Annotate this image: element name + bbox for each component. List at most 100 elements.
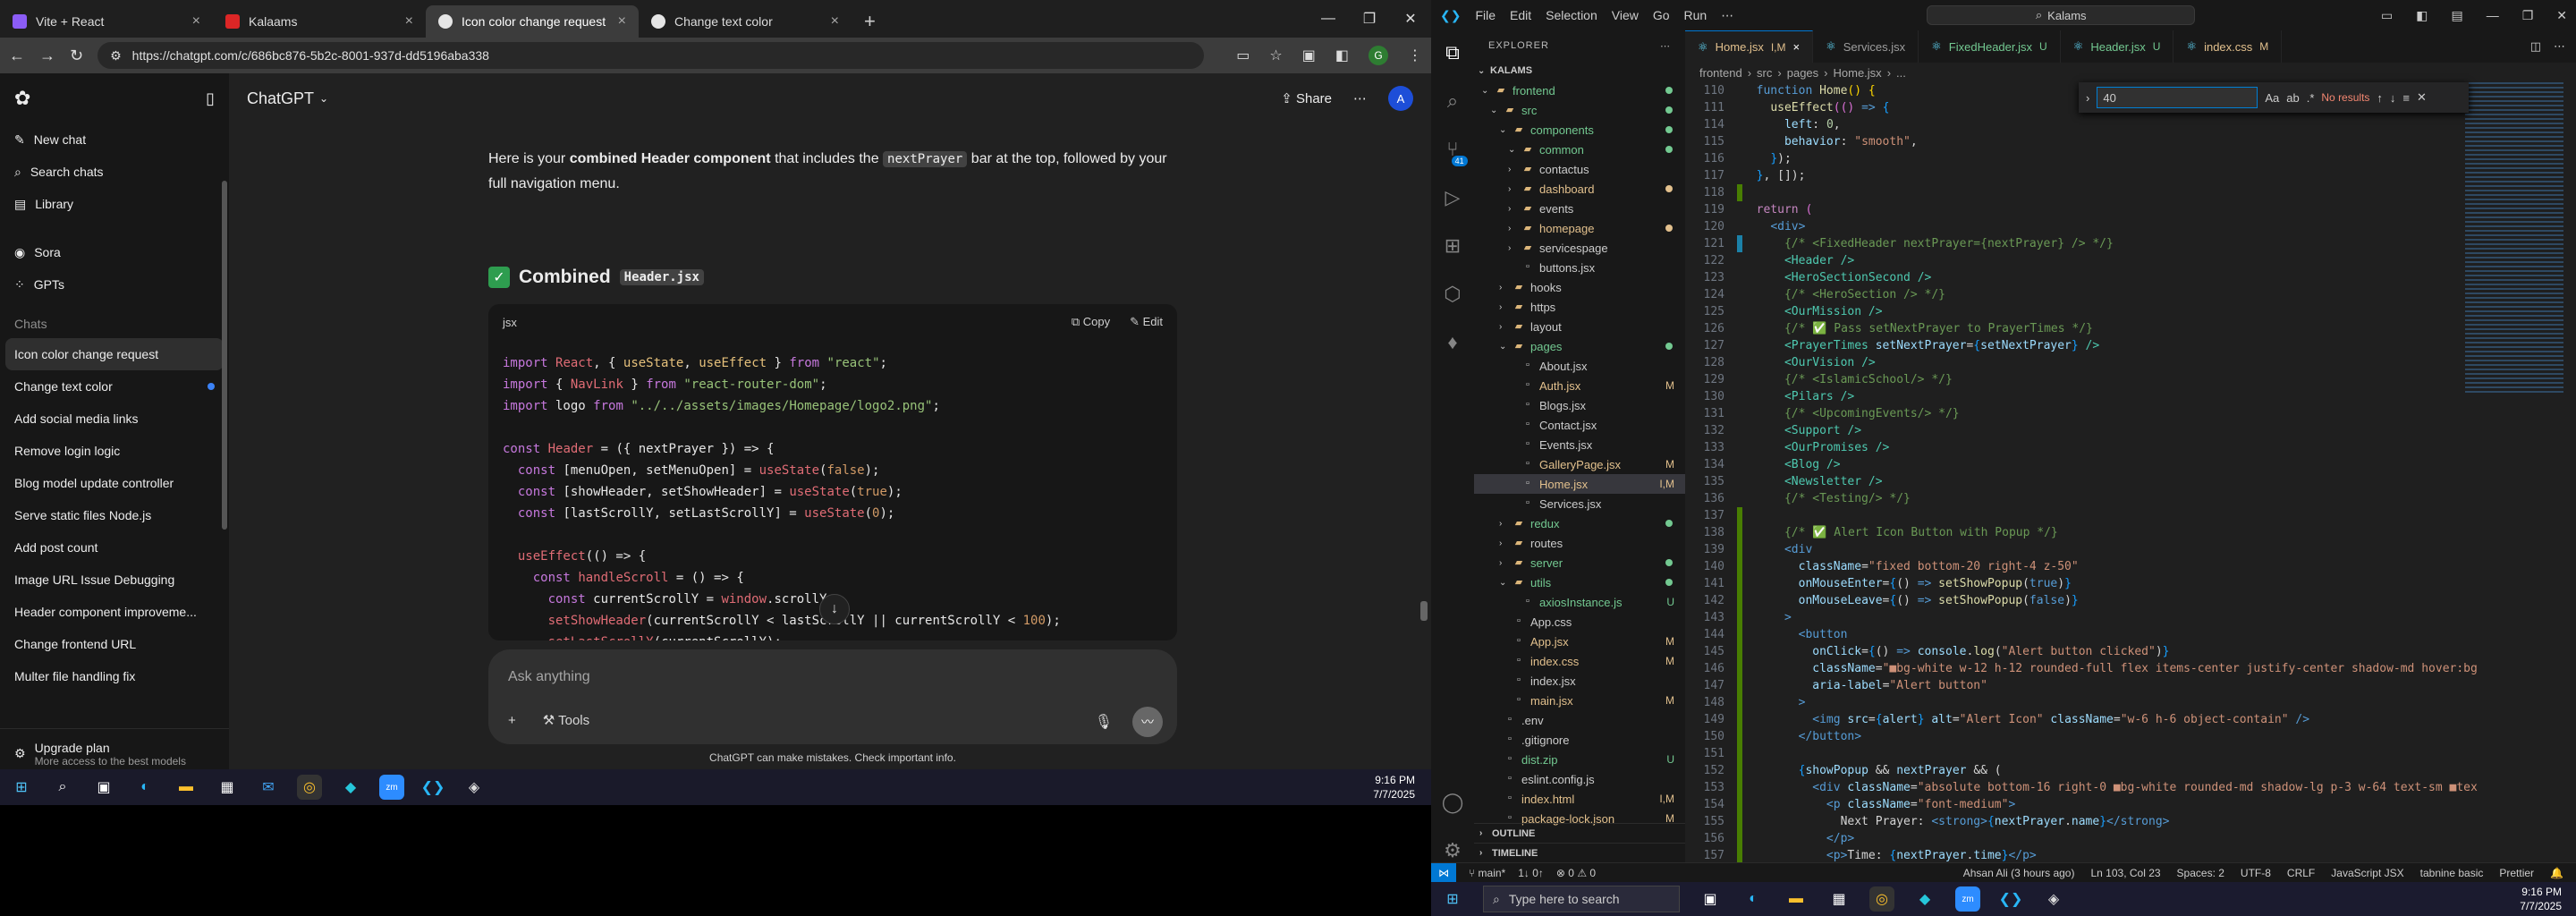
chat-item[interactable]: Blog model update controller <box>0 467 229 499</box>
settings-gear-icon[interactable]: ⚙ <box>1444 839 1462 862</box>
chat-item[interactable]: Multer file handling fix <box>0 660 229 692</box>
edge-icon[interactable]: ◐ <box>1741 886 1766 912</box>
search-icon[interactable]: ⌕ <box>50 775 75 800</box>
taskbar-search[interactable]: ⌕ Type here to search <box>1483 886 1680 912</box>
tree-folder[interactable]: ⌄ ▰ common <box>1474 140 1685 159</box>
tree-folder[interactable]: › ▰ redux <box>1474 513 1685 533</box>
install-app-icon[interactable]: ▭ <box>1236 47 1250 64</box>
menu-file[interactable]: File <box>1475 8 1496 22</box>
tree-file[interactable]: ▫ Contact.jsx <box>1474 415 1685 435</box>
tree-file[interactable]: ▫ Services.jsx <box>1474 494 1685 513</box>
scroll-down-button[interactable]: ↓ <box>819 594 850 624</box>
menu-selection[interactable]: Selection <box>1546 8 1597 22</box>
tree-file[interactable]: ▫ Events.jsx <box>1474 435 1685 454</box>
app-icon[interactable]: ◈ <box>2041 886 2066 912</box>
menu-go[interactable]: Go <box>1653 8 1670 22</box>
layout-icon[interactable]: ▭ <box>2381 8 2393 23</box>
close-icon[interactable]: ✕ <box>2556 8 2567 23</box>
windows-start-icon[interactable]: ⊞ <box>1440 886 1465 912</box>
tree-file[interactable]: ▫ Home.jsx I,M <box>1474 474 1685 494</box>
account-icon[interactable]: ◯ <box>1442 791 1464 814</box>
browser-tab-kalaams[interactable]: Kalaams × <box>213 5 426 38</box>
chrome-icon[interactable]: ◎ <box>297 775 322 800</box>
maximize-icon[interactable]: ❐ <box>2522 8 2534 23</box>
problems-count[interactable]: ⊗ 0 ⚠ 0 <box>1556 867 1596 879</box>
tree-folder[interactable]: ⌄ ▰ pages <box>1474 336 1685 356</box>
whole-word-icon[interactable]: ab <box>2286 91 2299 105</box>
tree-folder[interactable]: › ▰ events <box>1474 199 1685 218</box>
copy-code-button[interactable]: ⧉ Copy <box>1072 315 1110 329</box>
cursor-position[interactable]: Ln 103, Col 23 <box>2090 867 2160 879</box>
previous-match-icon[interactable]: ↑ <box>2377 91 2383 105</box>
tree-folder[interactable]: › ▰ contactus <box>1474 159 1685 179</box>
store-icon[interactable]: ▦ <box>1826 886 1852 912</box>
tree-file[interactable]: ▫ eslint.config.js <box>1474 769 1685 789</box>
sidebar-item-sora[interactable]: ◉ Sora <box>0 236 229 268</box>
notifications-bell-icon[interactable]: 🔔 <box>2550 867 2563 879</box>
chat-item[interactable]: Serve static files Node.js <box>0 499 229 531</box>
tree-folder[interactable]: ⌄ ▰ components <box>1474 120 1685 140</box>
task-view-icon[interactable]: ▣ <box>91 775 116 800</box>
breadcrumb-item[interactable]: pages <box>1787 66 1818 80</box>
minimize-icon[interactable]: — <box>1308 11 1349 27</box>
app-icon[interactable]: ◆ <box>1912 886 1937 912</box>
sidebar-scrollbar[interactable] <box>222 181 227 530</box>
chat-item[interactable]: Change frontend URL <box>0 628 229 660</box>
microphone-icon[interactable]: 🎙 <box>1095 713 1113 731</box>
tree-folder[interactable]: › ▰ dashboard <box>1474 179 1685 199</box>
app-icon[interactable]: ◈ <box>462 775 487 800</box>
zoom-icon[interactable]: zm <box>1955 886 1980 912</box>
extensions-icon[interactable]: ⊞ <box>1445 234 1461 258</box>
tree-folder[interactable]: › ▰ server <box>1474 553 1685 572</box>
browser-tab-icon-color[interactable]: Icon color change request × <box>426 5 639 38</box>
close-tab-icon[interactable]: × <box>405 13 413 30</box>
breadcrumb-item[interactable]: ... <box>1896 66 1906 80</box>
zoom-icon[interactable]: zm <box>379 775 404 800</box>
search-icon[interactable]: ⌕ <box>1447 89 1458 113</box>
chat-item[interactable]: Add post count <box>0 531 229 564</box>
menu-more-icon[interactable]: ⋯ <box>1721 8 1733 23</box>
timeline-section[interactable]: › TIMELINE <box>1474 843 1685 862</box>
breadcrumb-item[interactable]: src <box>1757 66 1772 80</box>
tree-file[interactable]: ▫ index.jsx <box>1474 671 1685 691</box>
source-control-icon[interactable]: ⑂ <box>1446 138 1468 166</box>
sidepanel-icon[interactable]: ◧ <box>1335 47 1349 64</box>
forward-icon[interactable]: → <box>39 47 55 65</box>
git-branch[interactable]: ⑂ main* <box>1469 867 1505 879</box>
find-input[interactable]: 40 <box>2097 87 2258 108</box>
editor-tab[interactable]: ⚛ FixedHeader.jsx U <box>1919 30 2061 63</box>
close-tab-icon[interactable]: × <box>618 13 626 30</box>
code-editor[interactable]: 110 function Home() { 111 useEffect(() =… <box>1685 82 2576 862</box>
tabnine-status[interactable]: tabnine basic <box>2420 867 2484 879</box>
share-button[interactable]: ⇪ Share <box>1281 90 1332 106</box>
menu-edit[interactable]: Edit <box>1510 8 1531 22</box>
find-in-selection-icon[interactable]: ≡ <box>2402 91 2410 105</box>
vscode-icon[interactable]: ❮❯ <box>1998 886 2023 912</box>
breadcrumb-item[interactable]: frontend <box>1699 66 1742 80</box>
browser-tab-vite[interactable]: Vite + React × <box>0 5 213 38</box>
model-selector[interactable]: ChatGPT <box>247 89 314 108</box>
tree-file[interactable]: ▫ About.jsx <box>1474 356 1685 376</box>
chat-item[interactable]: Icon color change request <box>5 338 224 370</box>
command-center[interactable]: ⌕ Kalams <box>1927 5 2196 25</box>
tree-folder[interactable]: › ▰ homepage <box>1474 218 1685 238</box>
voice-mode-button[interactable]: 〰 <box>1132 707 1163 737</box>
attach-plus-icon[interactable]: + <box>508 713 516 728</box>
language-mode[interactable]: JavaScript JSX <box>2331 867 2403 879</box>
chat-item[interactable]: Add social media links <box>0 403 229 435</box>
tree-folder[interactable]: › ▰ routes <box>1474 533 1685 553</box>
more-options-icon[interactable]: ⋯ <box>1353 90 1367 106</box>
mail-icon[interactable]: ✉ <box>256 775 281 800</box>
tree-file[interactable]: ▫ axiosInstance.js U <box>1474 592 1685 612</box>
sidebar-item-gpts[interactable]: ⁘ GPTs <box>0 268 229 301</box>
tree-file[interactable]: ▫ dist.zip U <box>1474 750 1685 769</box>
line-ending[interactable]: CRLF <box>2287 867 2315 879</box>
profile-avatar[interactable]: G <box>1368 46 1388 65</box>
close-find-icon[interactable]: ✕ <box>2417 90 2427 105</box>
git-blame[interactable]: Ahsan Ali (3 hours ago) <box>1963 867 2075 879</box>
minimize-icon[interactable]: — <box>2487 8 2499 23</box>
remote-indicator-icon[interactable]: ⋈ <box>1431 862 1456 883</box>
layout-icon[interactable]: ◧ <box>2416 8 2428 23</box>
tree-file[interactable]: ▫ index.html I,M <box>1474 789 1685 809</box>
chrome-icon[interactable]: ◎ <box>1869 886 1894 912</box>
